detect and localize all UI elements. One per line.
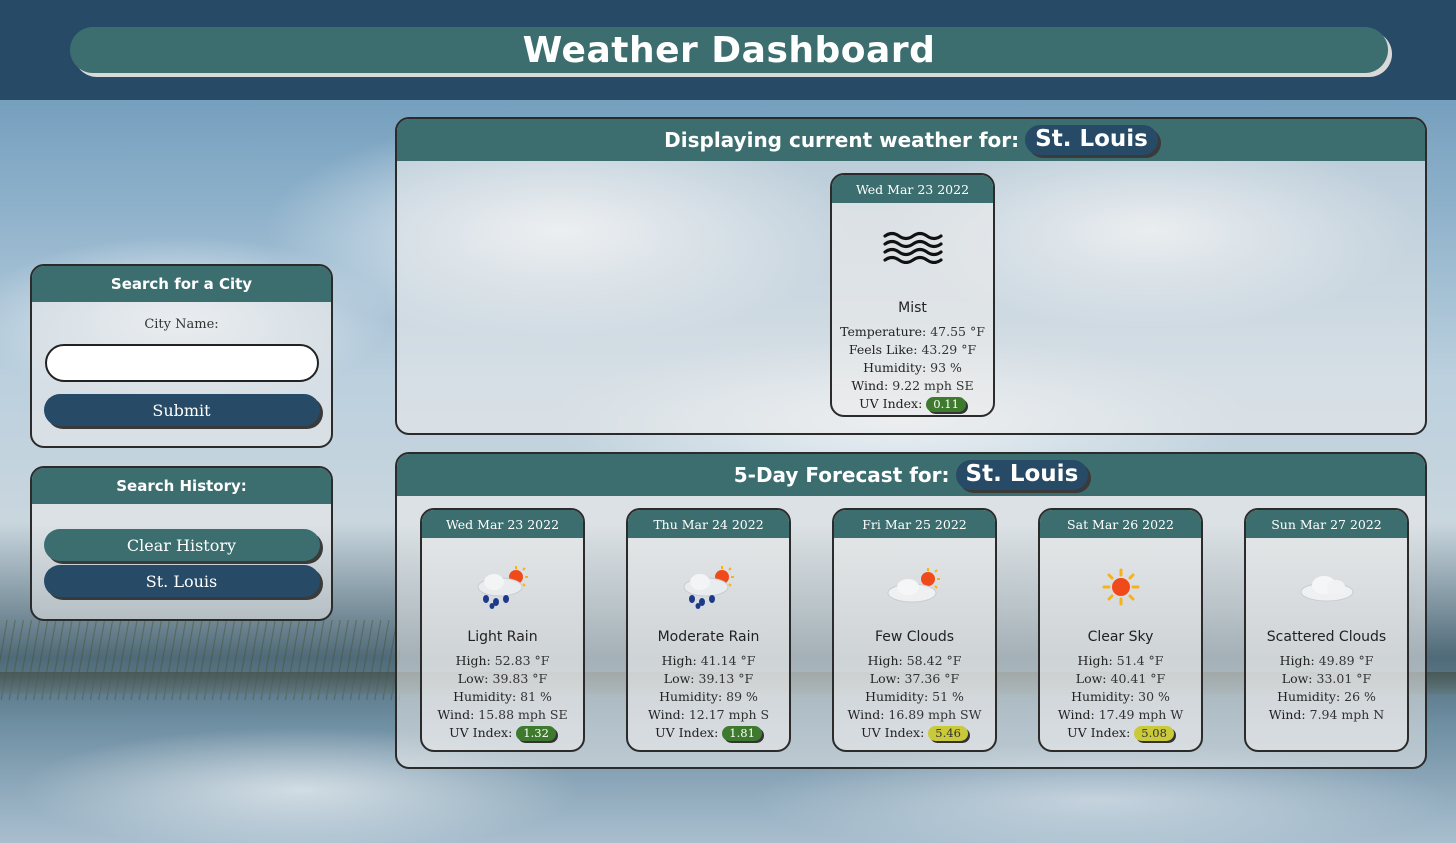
forecast-low-row: Low: 39.13 °F: [663, 671, 754, 686]
forecast-date: Thu Mar 24 2022: [628, 510, 789, 538]
search-history-panel: Search History: Clear History St. Louis: [30, 466, 333, 621]
search-panel: Search for a City City Name: Submit: [30, 264, 333, 448]
forecast-low-row: Low: 33.01 °F: [1281, 671, 1372, 686]
current-temperature-row: Temperature: 47.55 °F: [840, 324, 985, 339]
current-city-chip: St. Louis: [1025, 125, 1158, 155]
forecast-date: Sun Mar 27 2022: [1246, 510, 1407, 538]
forecast-card: Wed Mar 23 2022 Light Rain High: 52.83 °…: [420, 508, 585, 752]
forecast-high-row: High: 52.83 °F: [455, 653, 550, 668]
current-wind-row: Wind: 9.22 mph SE: [851, 378, 974, 393]
cloud-sun-icon: [834, 556, 995, 618]
current-uv-row: UV Index: 0.11: [832, 395, 993, 413]
forecast-heading: 5-Day Forecast for: St. Louis: [397, 454, 1425, 496]
forecast-uv-row: UV Index: 1.81: [628, 724, 789, 742]
sun-icon: [1040, 556, 1201, 618]
forecast-card: Thu Mar 24 2022 Moderate Rain High: 41.1…: [626, 508, 791, 752]
top-bar: Weather Dashboard: [0, 0, 1456, 100]
forecast-date: Fri Mar 25 2022: [834, 510, 995, 538]
uv-index-badge: 0.11: [926, 397, 966, 412]
forecast-card: Fri Mar 25 2022 Few Clouds High: 58.42 °…: [832, 508, 997, 752]
city-name-label: City Name:: [144, 317, 219, 332]
forecast-wind-row: Wind: 12.17 mph S: [647, 707, 770, 722]
forecast-card: Sat Mar 26 2022 Clear Sky High: 51.4 °F …: [1038, 508, 1203, 752]
forecast-uv-row: UV Index: 5.08: [1040, 724, 1201, 742]
forecast-wind-row: Wind: 16.89 mph SW: [847, 707, 982, 722]
forecast-wind-row: Wind: 17.49 mph W: [1057, 707, 1184, 722]
uv-index-badge: 5.08: [1134, 726, 1174, 741]
search-history-title: Search History:: [32, 468, 331, 504]
rain-sun-icon: [422, 556, 583, 618]
forecast-humidity-row: Humidity: 89 %: [659, 689, 758, 704]
cloud-icon: [1246, 556, 1407, 618]
current-weather-panel: Displaying current weather for: St. Loui…: [395, 117, 1427, 435]
forecast-city-chip: St. Louis: [955, 460, 1089, 490]
forecast-high-row: High: 51.4 °F: [1077, 653, 1164, 668]
current-stats: Temperature: 47.55 °F Feels Like: 43.29 …: [832, 323, 993, 413]
current-weather-heading: Displaying current weather for: St. Loui…: [397, 119, 1425, 161]
uv-index-badge: 1.81: [722, 726, 762, 741]
forecast-high-row: High: 41.14 °F: [661, 653, 756, 668]
forecast-wind-row: Wind: 7.94 mph N: [1268, 707, 1385, 722]
forecast-uv-row: UV Index: 1.32: [422, 724, 583, 742]
clear-history-button[interactable]: Clear History: [43, 529, 320, 561]
title-banner: Weather Dashboard: [70, 27, 1388, 73]
forecast-description: Scattered Clouds: [1266, 629, 1387, 645]
search-panel-title: Search for a City: [32, 266, 331, 302]
forecast-card: Sun Mar 27 2022 Scattered Clouds High: 4…: [1244, 508, 1409, 752]
forecast-humidity-row: Humidity: 81 %: [453, 689, 552, 704]
forecast-panel: 5-Day Forecast for: St. Louis Wed Mar 23…: [395, 452, 1427, 769]
forecast-high-row: High: 49.89 °F: [1279, 653, 1374, 668]
forecast-high-row: High: 58.42 °F: [867, 653, 962, 668]
forecast-low-row: Low: 39.83 °F: [457, 671, 548, 686]
current-feels-like-row: Feels Like: 43.29 °F: [848, 342, 977, 357]
forecast-humidity-row: Humidity: 30 %: [1071, 689, 1170, 704]
forecast-description: Moderate Rain: [657, 629, 760, 645]
forecast-uv-row: UV Index: 5.46: [834, 724, 995, 742]
current-humidity-row: Humidity: 93 %: [863, 360, 962, 375]
rain-sun-icon: [628, 556, 789, 618]
city-search-input[interactable]: [44, 344, 319, 382]
forecast-description: Few Clouds: [874, 629, 955, 645]
forecast-wind-row: Wind: 15.88 mph SE: [437, 707, 568, 722]
uv-index-badge: 5.46: [928, 726, 968, 741]
forecast-date: Sat Mar 26 2022: [1040, 510, 1201, 538]
current-weather-heading-text: Displaying current weather for:: [664, 128, 1020, 152]
forecast-low-row: Low: 40.41 °F: [1075, 671, 1166, 686]
forecast-description: Light Rain: [467, 629, 538, 645]
forecast-description: Clear Sky: [1087, 629, 1154, 645]
current-weather-card: Wed Mar 23 2022 Mist Temperature: 47.55 …: [830, 173, 995, 417]
page-title: Weather Dashboard: [522, 29, 936, 71]
forecast-date: Wed Mar 23 2022: [422, 510, 583, 538]
current-date: Wed Mar 23 2022: [832, 175, 993, 203]
forecast-humidity-row: Humidity: 51 %: [865, 689, 964, 704]
mist-icon: [832, 221, 993, 273]
forecast-low-row: Low: 37.36 °F: [869, 671, 960, 686]
submit-button[interactable]: Submit: [43, 394, 320, 426]
forecast-humidity-row: Humidity: 26 %: [1277, 689, 1376, 704]
history-item-st-louis[interactable]: St. Louis: [43, 565, 320, 597]
current-description: Mist: [898, 300, 927, 316]
uv-index-badge: 1.32: [516, 726, 556, 741]
forecast-heading-text: 5-Day Forecast for:: [733, 463, 950, 487]
